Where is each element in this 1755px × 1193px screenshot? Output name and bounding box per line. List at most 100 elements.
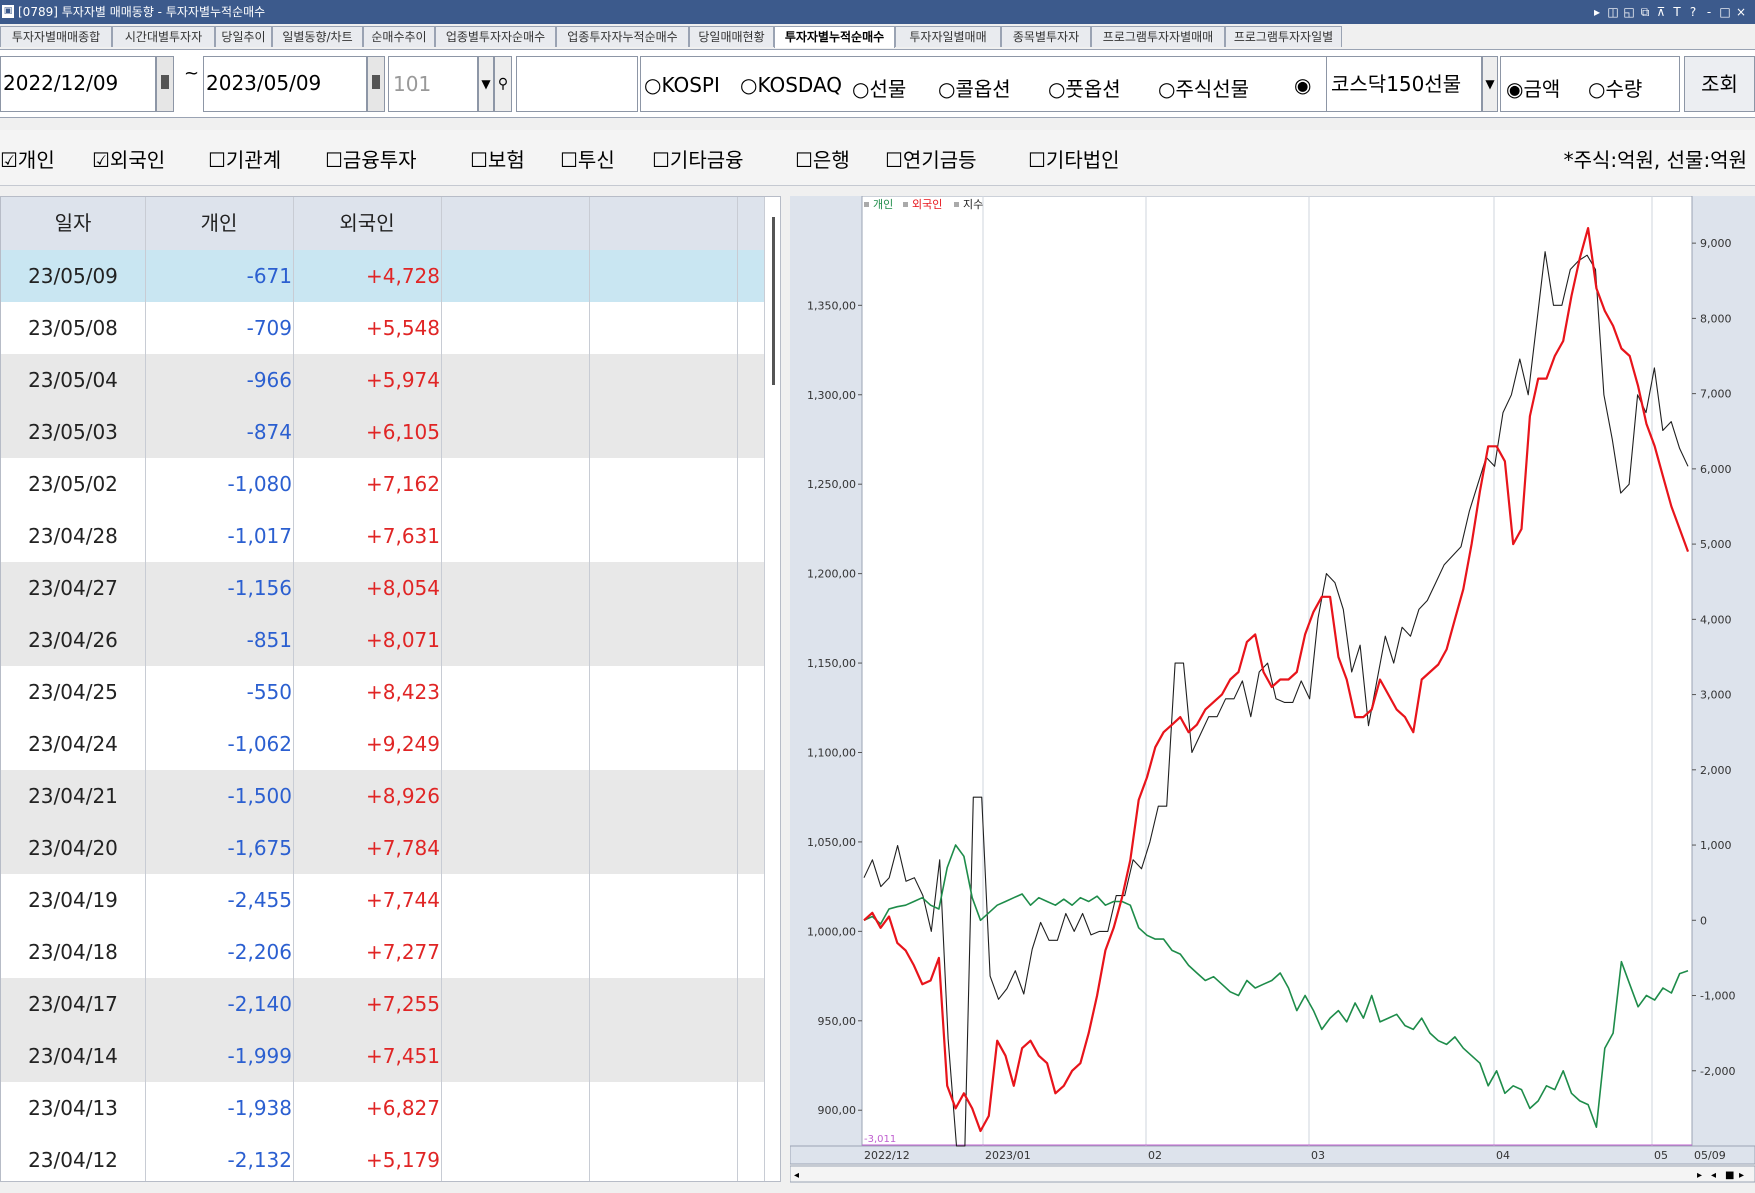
table-row[interactable]: 23/04/20 -1,675 +7,784 (1, 822, 764, 874)
legend-marker (903, 202, 908, 207)
market-radio-3[interactable]: ○콜옵션 (938, 73, 1011, 102)
tab-8[interactable]: 투자자별누적순매수 (774, 26, 895, 48)
amount-radio[interactable]: ◉금액 (1506, 73, 1560, 102)
tab-12[interactable]: 프로그램투자자일별 (1225, 26, 1342, 47)
investor-checkbox-3[interactable]: ☐금융투자 (325, 144, 417, 173)
window-control-1[interactable]: ◫ (1605, 0, 1621, 24)
table-row[interactable]: 23/05/03 -874 +6,105 (1, 406, 764, 458)
individual-cell: -1,080 (227, 472, 292, 496)
header-individual[interactable]: 개인 (146, 197, 292, 250)
market-radio-1[interactable]: ○KOSDAQ (740, 73, 842, 97)
table-row[interactable]: 23/05/02 -1,080 +7,162 (1, 458, 764, 510)
x-tick-label: 05 (1654, 1149, 1668, 1162)
end-calendar-icon[interactable] (367, 56, 385, 112)
right-tick-label: -2,000 (1700, 1065, 1735, 1078)
code-dropdown-icon[interactable]: ▼ (478, 56, 494, 112)
left-tick-label: 1,150,00 (807, 657, 856, 670)
name-display-field[interactable] (516, 56, 638, 112)
table-row[interactable]: 23/04/18 -2,206 +7,277 (1, 926, 764, 978)
table-row[interactable]: 23/05/08 -709 +5,548 (1, 302, 764, 354)
window-control-8[interactable]: □ (1717, 0, 1733, 24)
start-date-input[interactable]: 2022/12/09 (0, 56, 156, 112)
table-row[interactable]: 23/04/27 -1,156 +8,054 (1, 562, 764, 614)
table-row[interactable]: 23/04/13 -1,938 +6,827 (1, 1082, 764, 1134)
table-row[interactable]: 23/04/12 -2,132 +5,179 (1, 1134, 764, 1181)
h-scrollbar (789, 1165, 1755, 1183)
tab-5[interactable]: 업종별투자자순매수 (435, 26, 556, 47)
window-control-0[interactable]: ▸ (1589, 0, 1605, 24)
app-icon: ▣ (2, 5, 14, 18)
window-control-6[interactable]: ? (1685, 0, 1701, 24)
investor-checkbox-9[interactable]: ☐기타법인 (1028, 144, 1120, 173)
table-row[interactable]: 23/04/24 -1,062 +9,249 (1, 718, 764, 770)
table-row[interactable]: 23/05/09 -671 +4,728 (1, 250, 764, 302)
right-tick-label: 4,000 (1700, 613, 1732, 626)
date-cell: 23/04/21 (28, 784, 118, 808)
market-radio-0[interactable]: ○KOSPI (644, 73, 720, 97)
table-row[interactable]: 23/04/19 -2,455 +7,744 (1, 874, 764, 926)
date-cell: 23/04/19 (28, 888, 118, 912)
market-radio-4[interactable]: ○풋옵션 (1048, 73, 1121, 102)
header-foreign[interactable]: 외국인 (294, 197, 440, 250)
individual-cell: -1,017 (227, 524, 292, 548)
date-cell: 23/05/04 (28, 368, 118, 392)
col-divider (441, 197, 442, 1181)
window-control-7[interactable]: - (1701, 0, 1717, 24)
investor-checkbox-7[interactable]: ☐은행 (795, 144, 850, 173)
foreign-cell: +7,451 (365, 1044, 440, 1068)
investor-checkbox-2[interactable]: ☐기관계 (208, 144, 281, 173)
table-scrollbar[interactable] (764, 197, 780, 1181)
window-control-9[interactable]: × (1733, 0, 1749, 24)
individual-cell: -851 (246, 628, 292, 652)
product-radio[interactable]: ◉ (1294, 73, 1311, 97)
header-date[interactable]: 일자 (1, 197, 145, 250)
table-row[interactable]: 23/04/17 -2,140 +7,255 (1, 978, 764, 1030)
investor-checkbox-0[interactable]: ☑개인 (0, 144, 55, 173)
end-date-input[interactable]: 2023/05/09 (203, 56, 367, 112)
investor-checkbox-1[interactable]: ☑외국인 (92, 144, 165, 173)
tab-11[interactable]: 프로그램투자자별매매 (1091, 26, 1225, 47)
window-control-3[interactable]: ⧉ (1637, 0, 1653, 24)
date-cell: 23/04/13 (28, 1096, 118, 1120)
window-control-4[interactable]: ⊼ (1653, 0, 1669, 24)
query-button[interactable]: 조회 (1684, 56, 1755, 112)
quantity-radio[interactable]: ○수량 (1588, 73, 1642, 102)
col-divider (589, 197, 590, 1181)
market-radio-2[interactable]: ○선물 (852, 73, 906, 102)
individual-cell: -1,999 (227, 1044, 292, 1068)
market-radio-5[interactable]: ○주식선물 (1158, 73, 1249, 102)
window-control-2[interactable]: ◱ (1621, 0, 1637, 24)
tab-6[interactable]: 업종투자자누적순매수 (556, 26, 689, 47)
scrollbar-thumb[interactable] (772, 217, 775, 385)
tab-1[interactable]: 시간대별투자자 (112, 26, 215, 47)
table-row[interactable]: 23/04/26 -851 +8,071 (1, 614, 764, 666)
tab-2[interactable]: 당일추이 (215, 26, 272, 47)
tab-9[interactable]: 투자자일별매매 (895, 26, 1001, 47)
table-row[interactable]: 23/05/04 -966 +5,974 (1, 354, 764, 406)
investor-table: 일자 개인 외국인 23/05/09 -671 +4,728 23/05/08 -709… (0, 196, 781, 1182)
tab-4[interactable]: 순매수추이 (363, 26, 435, 47)
product-select[interactable]: 코스닥150선물 (1326, 56, 1482, 112)
investor-checkbox-5[interactable]: ☐투신 (560, 144, 615, 173)
product-dropdown-icon[interactable]: ▼ (1482, 56, 1498, 112)
code-input[interactable]: 101 (388, 56, 478, 112)
investor-checkbox-4[interactable]: ☐보험 (470, 144, 525, 173)
tab-3[interactable]: 일별동향/차트 (272, 26, 363, 47)
scroll-left-icon: ◂ (794, 1170, 799, 1181)
tab-0[interactable]: 투자자별매매종합 (0, 26, 112, 47)
investor-checkbox-6[interactable]: ☐기타금융 (652, 144, 744, 173)
table-row[interactable]: 23/04/21 -1,500 +8,926 (1, 770, 764, 822)
unit-note: *주식:억원, 선물:억원 (1563, 148, 1747, 172)
investor-checkbox-8[interactable]: ☐연기금등 (885, 144, 977, 173)
tab-10[interactable]: 종목별투자자 (1001, 26, 1091, 47)
table-row[interactable]: 23/04/25 -550 +8,423 (1, 666, 764, 718)
table-row[interactable]: 23/04/28 -1,017 +7,631 (1, 510, 764, 562)
window-control-5[interactable]: T (1669, 0, 1685, 24)
individual-cell: -671 (246, 264, 292, 288)
right-axis-panel (1692, 196, 1755, 1146)
foreign-cell: +7,631 (365, 524, 440, 548)
tab-7[interactable]: 당일매매현황 (689, 26, 774, 47)
table-row[interactable]: 23/04/14 -1,999 +7,451 (1, 1030, 764, 1082)
start-calendar-icon[interactable] (156, 56, 174, 112)
code-search-icon[interactable]: ⚲ (494, 56, 512, 112)
